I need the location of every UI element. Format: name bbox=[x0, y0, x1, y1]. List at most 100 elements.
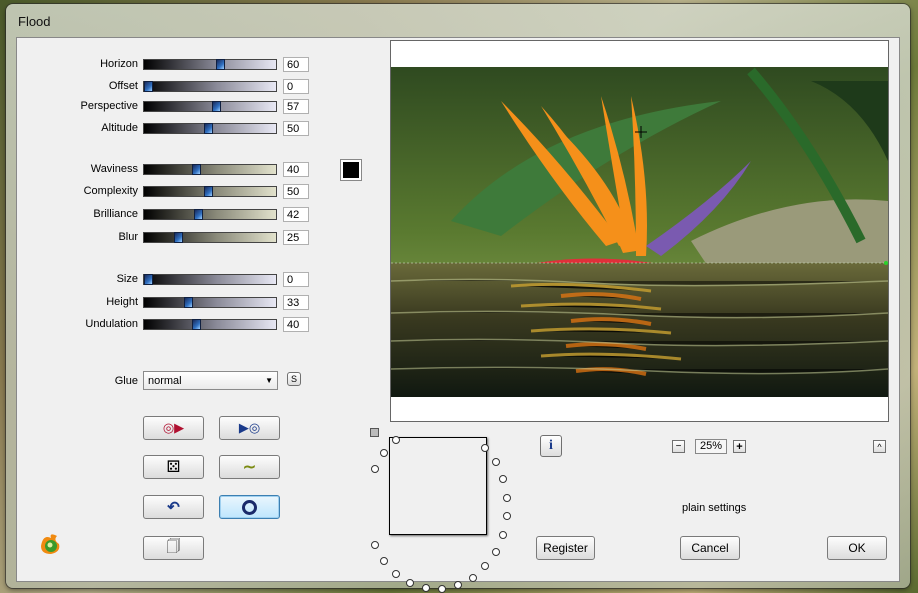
preset-dot[interactable] bbox=[481, 562, 490, 571]
slider-label-waviness: Waviness bbox=[90, 163, 138, 175]
slider-thumb[interactable] bbox=[144, 274, 153, 285]
slider-label-height: Height bbox=[106, 296, 138, 308]
preset-dot[interactable] bbox=[502, 512, 511, 521]
slider-value-blur[interactable]: 25 bbox=[283, 230, 309, 245]
slider-label-complexity: Complexity bbox=[83, 185, 138, 197]
ring-icon bbox=[242, 499, 257, 515]
slider-altitude[interactable] bbox=[143, 123, 277, 134]
wave-preset-button[interactable]: ∼ bbox=[219, 455, 280, 479]
slider-thumb[interactable] bbox=[192, 164, 201, 175]
color-swatch[interactable] bbox=[340, 159, 362, 181]
preset-dot[interactable] bbox=[491, 547, 500, 556]
slider-label-blur: Blur bbox=[118, 231, 138, 243]
ok-button[interactable]: OK bbox=[827, 536, 887, 560]
preset-dot[interactable] bbox=[437, 584, 446, 593]
sync-button[interactable]: S bbox=[287, 372, 301, 386]
slider-value-horizon[interactable]: 60 bbox=[283, 57, 309, 72]
preset-dot[interactable] bbox=[498, 530, 507, 539]
slider-brilliance[interactable] bbox=[143, 209, 277, 220]
chevron-up-icon: ^ bbox=[877, 441, 882, 452]
glue-label: Glue bbox=[114, 375, 138, 387]
slider-thumb[interactable] bbox=[204, 186, 213, 197]
reset-button[interactable] bbox=[219, 495, 280, 519]
dice-icon: ⚄ bbox=[166, 459, 181, 476]
slider-blur[interactable] bbox=[143, 232, 277, 243]
copy-button[interactable]: 🗍 bbox=[143, 536, 204, 560]
slider-label-horizon: Horizon bbox=[100, 58, 138, 70]
sync-icon: S bbox=[290, 374, 297, 384]
preset-dot[interactable] bbox=[481, 443, 490, 452]
undo-button[interactable]: ↶ bbox=[143, 495, 204, 519]
slider-value-height[interactable]: 33 bbox=[283, 295, 309, 310]
wave-icon: ∼ bbox=[242, 459, 257, 476]
slider-value-undulation[interactable]: 40 bbox=[283, 317, 309, 332]
slider-thumb[interactable] bbox=[212, 101, 221, 112]
slider-value-altitude[interactable]: 50 bbox=[283, 121, 309, 136]
preset-dot[interactable] bbox=[380, 557, 389, 566]
preset-dot[interactable] bbox=[502, 493, 511, 502]
slider-thumb[interactable] bbox=[144, 81, 153, 92]
preset-dot[interactable] bbox=[468, 573, 477, 582]
plus-icon: + bbox=[736, 440, 743, 453]
slider-value-brilliance[interactable]: 42 bbox=[283, 207, 309, 222]
slider-label-brilliance: Brilliance bbox=[93, 208, 138, 220]
slider-thumb[interactable] bbox=[174, 232, 183, 243]
slider-label-perspective: Perspective bbox=[80, 100, 138, 112]
play-random-button[interactable]: ▶◎ bbox=[219, 416, 280, 440]
slider-label-size: Size bbox=[116, 273, 138, 285]
preset-dot[interactable] bbox=[380, 448, 389, 457]
zoom-level: 25% bbox=[695, 439, 727, 454]
glue-select[interactable]: normal ▼ bbox=[143, 371, 278, 390]
preset-status: plain settings bbox=[682, 502, 747, 514]
slider-thumb[interactable] bbox=[192, 319, 201, 330]
slider-thumb[interactable] bbox=[194, 209, 203, 220]
preset-dot[interactable] bbox=[371, 541, 380, 550]
preset-dot[interactable] bbox=[491, 458, 500, 467]
slider-undulation[interactable] bbox=[143, 319, 277, 330]
slider-thumb[interactable] bbox=[204, 123, 213, 134]
cancel-button[interactable]: Cancel bbox=[680, 536, 740, 560]
navigator-thumbnail[interactable] bbox=[389, 437, 487, 535]
slider-label-offset: Offset bbox=[108, 80, 138, 92]
navigator-handle[interactable] bbox=[370, 428, 379, 437]
random-with-prev-button[interactable]: ◎▶ bbox=[143, 416, 204, 440]
preset-dot[interactable] bbox=[392, 569, 401, 578]
preset-dot[interactable] bbox=[421, 583, 430, 592]
collapse-button[interactable]: ^ bbox=[873, 440, 886, 453]
slider-value-perspective[interactable]: 57 bbox=[283, 99, 309, 114]
page-icon: 🗍 bbox=[166, 538, 181, 554]
slider-waviness[interactable] bbox=[143, 164, 277, 175]
window-title: Flood bbox=[18, 14, 51, 29]
preview-panel[interactable] bbox=[390, 40, 889, 422]
preset-dot[interactable] bbox=[453, 581, 462, 590]
slider-value-offset[interactable]: 0 bbox=[283, 79, 309, 94]
slider-value-complexity[interactable]: 50 bbox=[283, 184, 309, 199]
preset-navigator bbox=[360, 425, 520, 593]
cd-play-icon: ◎▶ bbox=[162, 420, 185, 435]
slider-offset[interactable] bbox=[143, 81, 277, 92]
slider-value-waviness[interactable]: 40 bbox=[283, 162, 309, 177]
undo-icon: ↶ bbox=[167, 499, 180, 516]
chevron-down-icon: ▼ bbox=[265, 376, 273, 385]
zoom-out-button[interactable]: − bbox=[672, 440, 685, 453]
slider-thumb[interactable] bbox=[216, 59, 225, 70]
info-button[interactable]: i bbox=[540, 435, 562, 457]
preset-dot[interactable] bbox=[498, 475, 507, 484]
register-button[interactable]: Register bbox=[536, 536, 595, 560]
glue-select-value: normal bbox=[148, 375, 182, 387]
slider-height[interactable] bbox=[143, 297, 277, 308]
slider-value-size[interactable]: 0 bbox=[283, 272, 309, 287]
slider-perspective[interactable] bbox=[143, 101, 277, 112]
slider-size[interactable] bbox=[143, 274, 277, 285]
slider-label-undulation: Undulation bbox=[85, 318, 138, 330]
zoom-in-button[interactable]: + bbox=[733, 440, 746, 453]
preview-image bbox=[391, 67, 888, 397]
slider-horizon[interactable] bbox=[143, 59, 277, 70]
minus-icon: − bbox=[675, 440, 682, 452]
slider-thumb[interactable] bbox=[184, 297, 193, 308]
filters-unlimited-logo bbox=[37, 530, 65, 558]
preset-dot[interactable] bbox=[371, 464, 380, 473]
randomize-button[interactable]: ⚄ bbox=[143, 455, 204, 479]
slider-complexity[interactable] bbox=[143, 186, 277, 197]
info-icon: i bbox=[549, 438, 553, 453]
